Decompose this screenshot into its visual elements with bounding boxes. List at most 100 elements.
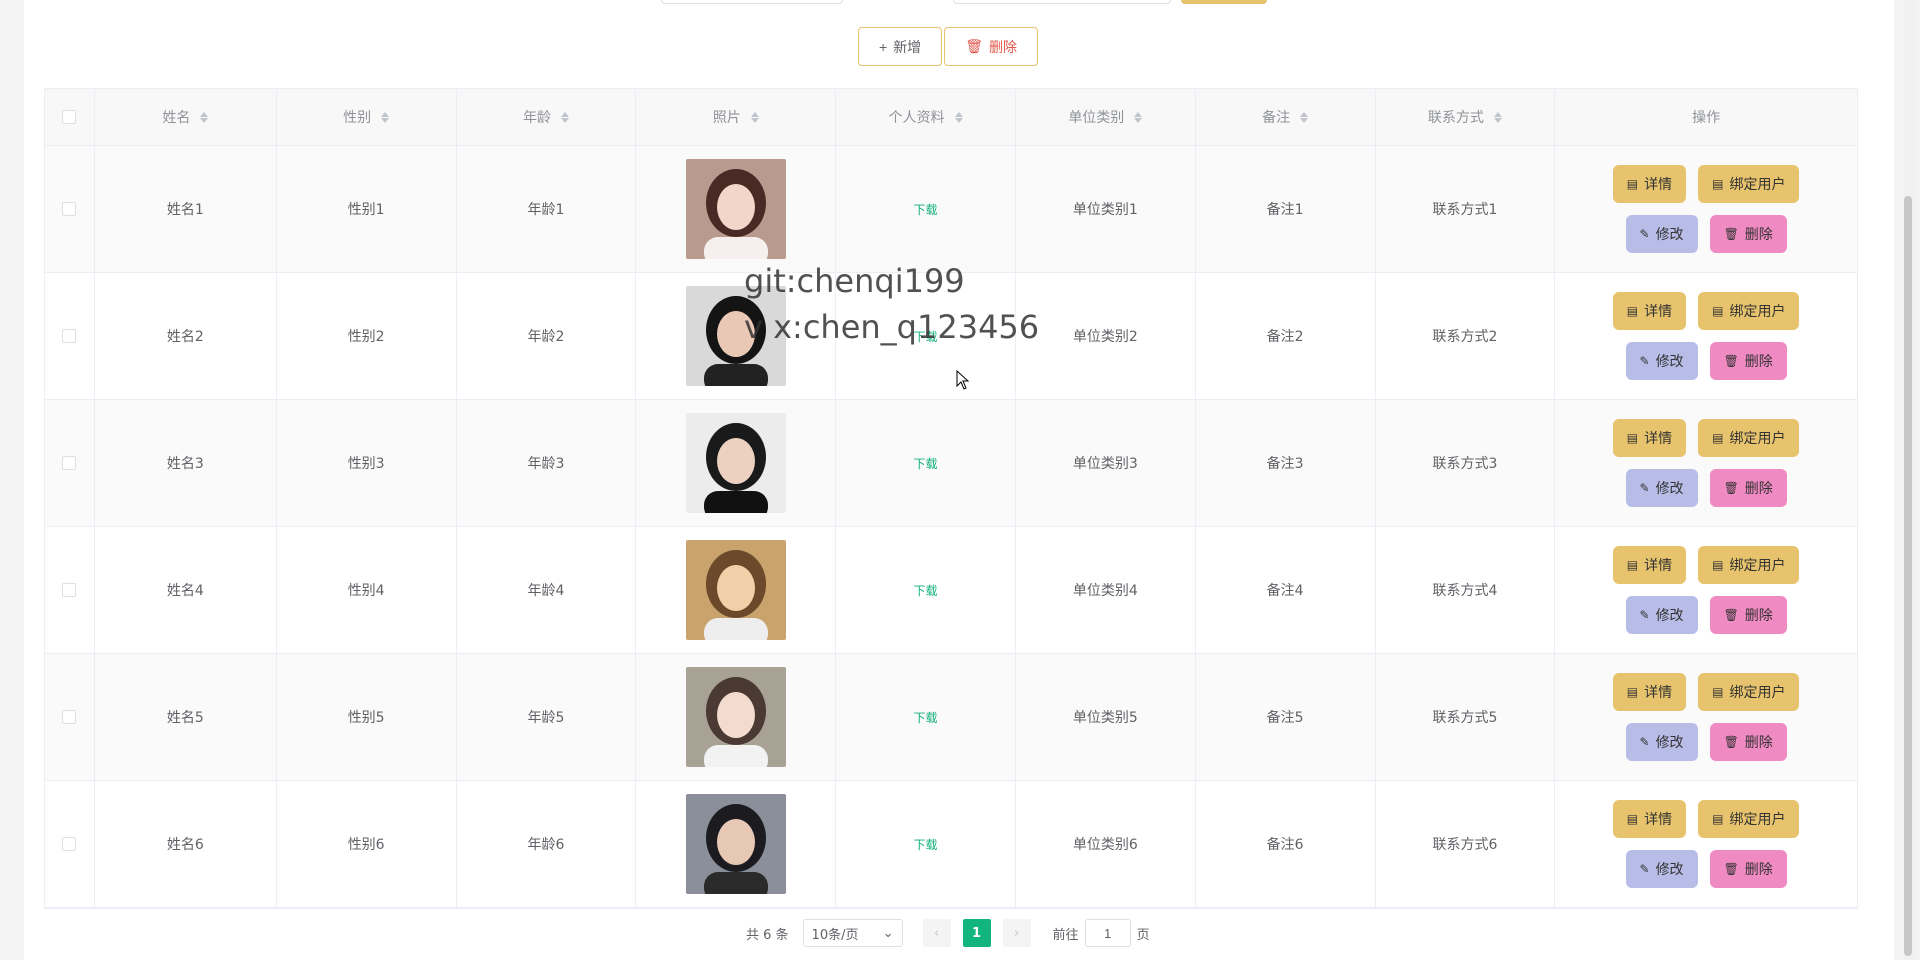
scrollbar-thumb[interactable]	[1904, 196, 1912, 956]
header-age[interactable]: 年龄	[457, 89, 637, 145]
bind-user-button[interactable]: ▤ 绑定用户	[1698, 292, 1800, 330]
add-button[interactable]: + 新增	[858, 27, 943, 66]
row-delete-button[interactable]: 🗑 删除	[1709, 342, 1787, 380]
add-button-label: 新增	[893, 38, 922, 55]
bind-user-button[interactable]: ▤ 绑定用户	[1698, 673, 1800, 711]
detail-button[interactable]: ▤ 详情	[1612, 673, 1687, 711]
cell-name: 姓名4	[95, 527, 277, 653]
bind-user-button[interactable]: ▤ 绑定用户	[1698, 546, 1800, 584]
search-input-1[interactable]	[661, 0, 843, 4]
row-delete-button[interactable]: 🗑 删除	[1709, 215, 1787, 253]
bind-user-label: 绑定用户	[1729, 177, 1786, 193]
header-note[interactable]: 备注	[1196, 89, 1376, 145]
header-photo[interactable]: 照片	[636, 89, 837, 145]
photo-thumbnail[interactable]	[685, 159, 786, 259]
prev-page-button[interactable]: ‹	[922, 919, 951, 947]
row-checkbox[interactable]	[62, 329, 77, 343]
document-icon: ▤	[1626, 558, 1639, 572]
photo-thumbnail[interactable]	[685, 540, 786, 640]
edit-button[interactable]: ✎ 修改	[1625, 850, 1698, 888]
row-select-cell	[45, 400, 95, 526]
pencil-icon: ✎	[1639, 481, 1650, 495]
header-unit[interactable]: 单位类别	[1016, 89, 1196, 145]
detail-button[interactable]: ▤ 详情	[1612, 546, 1687, 584]
search-input-2[interactable]	[953, 0, 1171, 4]
table-row: 姓名6 性别6 年龄6 下载 单位类别6 备注6 联系方式6 ▤ 详情 ▤ 绑定用户…	[45, 781, 1857, 908]
header-actions: 操作	[1555, 89, 1857, 145]
cell-contact: 联系方式6	[1376, 781, 1556, 907]
header-name[interactable]: 姓名	[95, 89, 277, 145]
bind-user-label: 绑定用户	[1729, 558, 1786, 574]
cell-note: 备注2	[1196, 273, 1376, 399]
row-checkbox[interactable]	[62, 710, 77, 724]
cell-name: 姓名6	[95, 781, 277, 907]
row-checkbox[interactable]	[62, 202, 77, 216]
cell-contact: 联系方式5	[1376, 654, 1556, 780]
search-button[interactable]	[1181, 0, 1267, 4]
cell-gender: 性别1	[277, 146, 457, 272]
row-checkbox[interactable]	[62, 456, 77, 470]
cell-unit: 单位类别1	[1016, 146, 1196, 272]
header-label: 备注	[1262, 110, 1291, 126]
photo-thumbnail[interactable]	[685, 667, 786, 767]
select-all-checkbox[interactable]	[62, 110, 77, 124]
header-profile[interactable]: 个人资料	[836, 89, 1016, 145]
download-link[interactable]: 下载	[914, 201, 938, 218]
cell-unit: 单位类别5	[1016, 654, 1196, 780]
download-link[interactable]: 下载	[914, 455, 938, 472]
main-page: + 新增 🗑 删除 姓名 性别 年龄 照片 个人资料 单位类别 备注 联系方式 …	[24, 0, 1894, 960]
header-contact[interactable]: 联系方式	[1376, 89, 1556, 145]
bind-user-button[interactable]: ▤ 绑定用户	[1698, 419, 1800, 457]
photo-thumbnail[interactable]	[685, 286, 786, 386]
detail-button[interactable]: ▤ 详情	[1612, 800, 1687, 838]
table-row: 姓名5 性别5 年龄5 下载 单位类别5 备注5 联系方式5 ▤ 详情 ▤ 绑定用户…	[45, 654, 1857, 781]
header-gender[interactable]: 性别	[277, 89, 457, 145]
document-icon: ▤	[1626, 685, 1639, 699]
bind-user-button[interactable]: ▤ 绑定用户	[1698, 165, 1800, 203]
table-header: 姓名 性别 年龄 照片 个人资料 单位类别 备注 联系方式 操作	[45, 89, 1857, 146]
edit-button[interactable]: ✎ 修改	[1625, 596, 1698, 634]
download-link[interactable]: 下载	[914, 709, 938, 726]
edit-button[interactable]: ✎ 修改	[1625, 469, 1698, 507]
detail-button[interactable]: ▤ 详情	[1612, 165, 1687, 203]
document-icon: ▤	[1626, 812, 1639, 826]
bind-user-label: 绑定用户	[1729, 812, 1786, 828]
document-icon: ▤	[1712, 812, 1724, 826]
edit-button[interactable]: ✎ 修改	[1625, 723, 1698, 761]
cell-profile: 下载	[836, 654, 1016, 780]
row-delete-button[interactable]: 🗑 删除	[1709, 596, 1787, 634]
detail-button[interactable]: ▤ 详情	[1612, 419, 1687, 457]
header-label: 单位类别	[1068, 110, 1125, 126]
cell-photo	[636, 273, 837, 399]
delete-button[interactable]: 🗑 删除	[944, 27, 1038, 66]
bind-user-button[interactable]: ▤ 绑定用户	[1698, 800, 1800, 838]
next-page-button[interactable]: ›	[1002, 919, 1031, 947]
row-delete-button[interactable]: 🗑 删除	[1709, 469, 1787, 507]
cell-photo	[636, 527, 837, 653]
detail-label: 详情	[1644, 685, 1673, 701]
edit-label: 修改	[1655, 354, 1684, 370]
data-table: 姓名 性别 年龄 照片 个人资料 单位类别 备注 联系方式 操作 姓名1 性别1…	[44, 88, 1858, 909]
row-checkbox[interactable]	[62, 837, 77, 851]
detail-button[interactable]: ▤ 详情	[1612, 292, 1687, 330]
detail-label: 详情	[1644, 177, 1673, 193]
edit-button[interactable]: ✎ 修改	[1625, 215, 1698, 253]
photo-thumbnail[interactable]	[685, 794, 786, 894]
detail-label: 详情	[1644, 558, 1673, 574]
goto-page-input[interactable]	[1084, 919, 1131, 947]
sort-icon	[750, 111, 759, 123]
download-link[interactable]: 下载	[914, 582, 938, 599]
download-link[interactable]: 下载	[914, 836, 938, 853]
page-size-select[interactable]: 10条/页 ⌄	[802, 919, 903, 947]
trash-icon: 🗑	[965, 38, 983, 54]
edit-button[interactable]: ✎ 修改	[1625, 342, 1698, 380]
row-delete-button[interactable]: 🗑 删除	[1709, 723, 1787, 761]
photo-thumbnail[interactable]	[685, 413, 786, 513]
plus-icon: +	[879, 38, 888, 55]
cell-gender: 性别3	[277, 400, 457, 526]
page-number-current[interactable]: 1	[962, 919, 991, 947]
row-delete-button[interactable]: 🗑 删除	[1709, 850, 1787, 888]
row-checkbox[interactable]	[62, 583, 77, 597]
cell-note: 备注4	[1196, 527, 1376, 653]
download-link[interactable]: 下载	[914, 328, 938, 345]
